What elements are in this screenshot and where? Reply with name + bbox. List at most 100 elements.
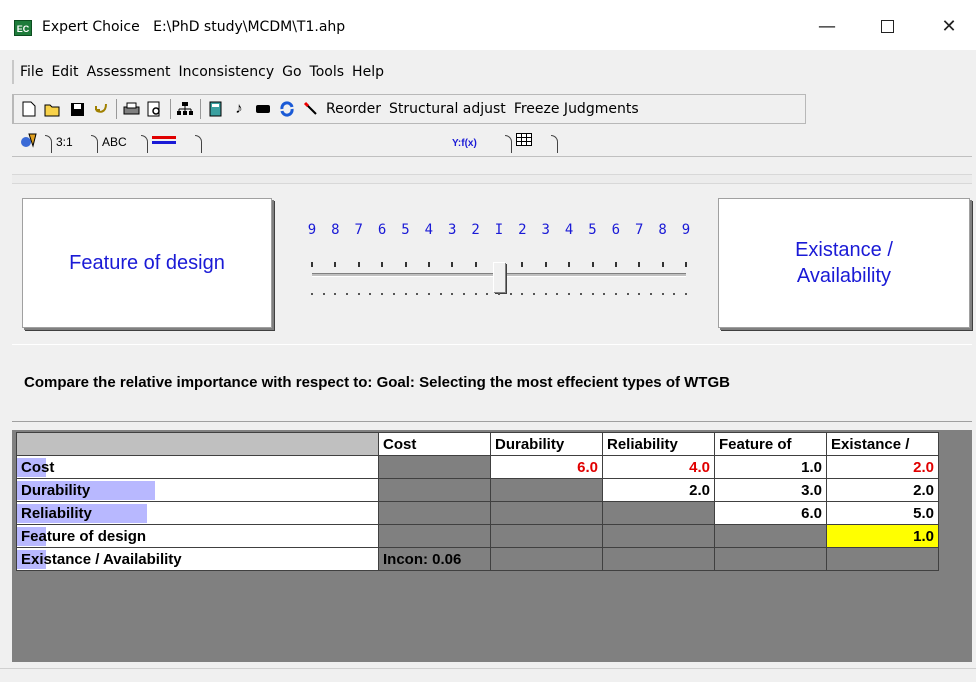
scale-dot: [439, 293, 442, 295]
panel-stripe: [12, 174, 972, 184]
matrix-cell-lower: [378, 478, 491, 502]
verbal-scale-numbers: 98765432I23456789: [306, 222, 692, 240]
table-row: Feature of design 1.0: [16, 524, 939, 548]
scale-number: 7: [635, 222, 644, 238]
print-preview-icon[interactable]: [146, 100, 164, 118]
menu-edit[interactable]: Edit: [51, 64, 78, 80]
scale-dot: [556, 293, 559, 295]
matrix-cell[interactable]: 3.0: [714, 478, 827, 502]
music-note-icon[interactable]: ♪: [230, 100, 248, 118]
scale-number: 5: [588, 222, 597, 238]
scale-dot: [521, 293, 524, 295]
app-name: Expert Choice: [42, 19, 140, 35]
row-header-feature-of-design[interactable]: Feature of design: [16, 524, 379, 548]
tab-verbal[interactable]: ABC: [98, 132, 148, 154]
scale-dot: [334, 293, 337, 295]
matrix-cell[interactable]: 2.0: [826, 478, 939, 502]
minimize-button[interactable]: —: [812, 14, 842, 40]
maximize-button[interactable]: [872, 14, 902, 40]
matrix-cell[interactable]: 4.0: [602, 455, 715, 479]
freeze-judgments-button[interactable]: Freeze Judgments: [514, 101, 639, 117]
scale-tick: [404, 262, 407, 267]
matrix-cell[interactable]: 6.0: [714, 501, 827, 525]
scale-dot: [603, 293, 606, 295]
scale-tick: [685, 262, 687, 267]
matrix-cell[interactable]: 2.0: [602, 478, 715, 502]
row-label: Durability: [21, 482, 90, 499]
display-icon[interactable]: [254, 100, 272, 118]
scale-dot: [357, 293, 360, 295]
hierarchy-icon[interactable]: [176, 100, 194, 118]
refresh-icon[interactable]: [278, 100, 296, 118]
row-header-cost[interactable]: Cost: [16, 455, 379, 479]
row-header-reliability[interactable]: Reliability: [16, 501, 379, 525]
matrix-cell[interactable]: 6.0: [490, 455, 603, 479]
save-icon[interactable]: [68, 100, 86, 118]
open-folder-icon[interactable]: [44, 100, 62, 118]
column-header-reliability[interactable]: Reliability: [602, 432, 715, 456]
table-row: Reliability 6.0 5.0: [16, 501, 939, 525]
matrix-corner: [16, 432, 379, 456]
matrix-cell[interactable]: 5.0: [826, 501, 939, 525]
toolbar-separator: [200, 99, 201, 119]
tab-formula[interactable]: Y:f(x): [448, 132, 512, 154]
column-header-cost[interactable]: Cost: [378, 432, 491, 456]
scale-number: 6: [377, 222, 387, 238]
calculator-icon[interactable]: [206, 100, 224, 118]
menu-help[interactable]: Help: [352, 64, 384, 80]
matrix-cell[interactable]: 1.0: [714, 455, 827, 479]
column-header-feature-of-design[interactable]: Feature of: [714, 432, 827, 456]
matrix-cell-selected[interactable]: 1.0: [826, 524, 939, 548]
matrix-cell-diagonal: [490, 478, 603, 502]
magic-wand-icon[interactable]: [302, 100, 320, 118]
maximize-icon: [880, 20, 894, 33]
table-row: Cost 6.0 4.0 1.0 2.0: [16, 455, 939, 479]
matrix-header-row: Cost Durability Reliability Feature of E…: [16, 432, 939, 456]
new-file-icon[interactable]: [20, 100, 38, 118]
scale-number: 4: [564, 222, 574, 238]
matrix-cell-lower: [602, 524, 715, 548]
menu-assessment[interactable]: Assessment: [87, 64, 171, 80]
scale-tick: [638, 262, 641, 267]
graphical-bars-icon: [152, 136, 176, 144]
print-icon[interactable]: [122, 100, 140, 118]
scale-tick: [614, 262, 617, 267]
menu-tools[interactable]: Tools: [310, 64, 345, 80]
row-label-part: Fe: [21, 527, 39, 545]
right-element-line1: Existance /: [795, 239, 893, 261]
tab-model[interactable]: [16, 132, 52, 154]
undo-icon[interactable]: [92, 100, 110, 118]
minimize-icon: —: [818, 16, 836, 37]
scale-number: 5: [401, 222, 410, 238]
toolbar-separator: [170, 99, 171, 119]
scale-dots: [306, 293, 692, 297]
menu-inconsistency[interactable]: Inconsistency: [179, 64, 275, 80]
scale-number: 9: [307, 222, 317, 238]
scale-tick: [427, 262, 430, 267]
column-header-existance[interactable]: Existance /: [826, 432, 939, 456]
scale-dot: [544, 293, 547, 295]
menu-file[interactable]: File: [20, 64, 43, 80]
scale-number: 9: [681, 222, 691, 238]
structural-adjust-button[interactable]: Structural adjust: [389, 101, 506, 117]
tab-graphical[interactable]: [148, 132, 202, 154]
row-header-durability[interactable]: Durability: [16, 478, 379, 502]
row-label-part: tance / Availability: [51, 550, 182, 568]
scale-dot: [638, 293, 641, 295]
panel-border: [12, 156, 972, 160]
left-element-label: Feature of design: [69, 251, 225, 274]
column-header-durability[interactable]: Durability: [490, 432, 603, 456]
file-path: E:\PhD study\MCDM\T1.ahp: [153, 19, 346, 35]
table-row: Durability 2.0 3.0 2.0: [16, 478, 939, 502]
tab-matrix-grid[interactable]: [512, 132, 558, 154]
scale-dot: [649, 293, 652, 295]
close-button[interactable]: ✕: [934, 14, 964, 40]
row-header-existance-availability[interactable]: Existance / Availability: [16, 547, 379, 571]
matrix-cell[interactable]: 2.0: [826, 455, 939, 479]
judgment-slider-thumb[interactable]: [493, 262, 505, 292]
reorder-button[interactable]: Reorder: [326, 101, 381, 117]
menu-go[interactable]: Go: [282, 64, 301, 80]
scale-dot: [462, 293, 465, 295]
scale-number: I: [494, 222, 504, 238]
tab-numerical[interactable]: 3:1: [52, 132, 98, 154]
